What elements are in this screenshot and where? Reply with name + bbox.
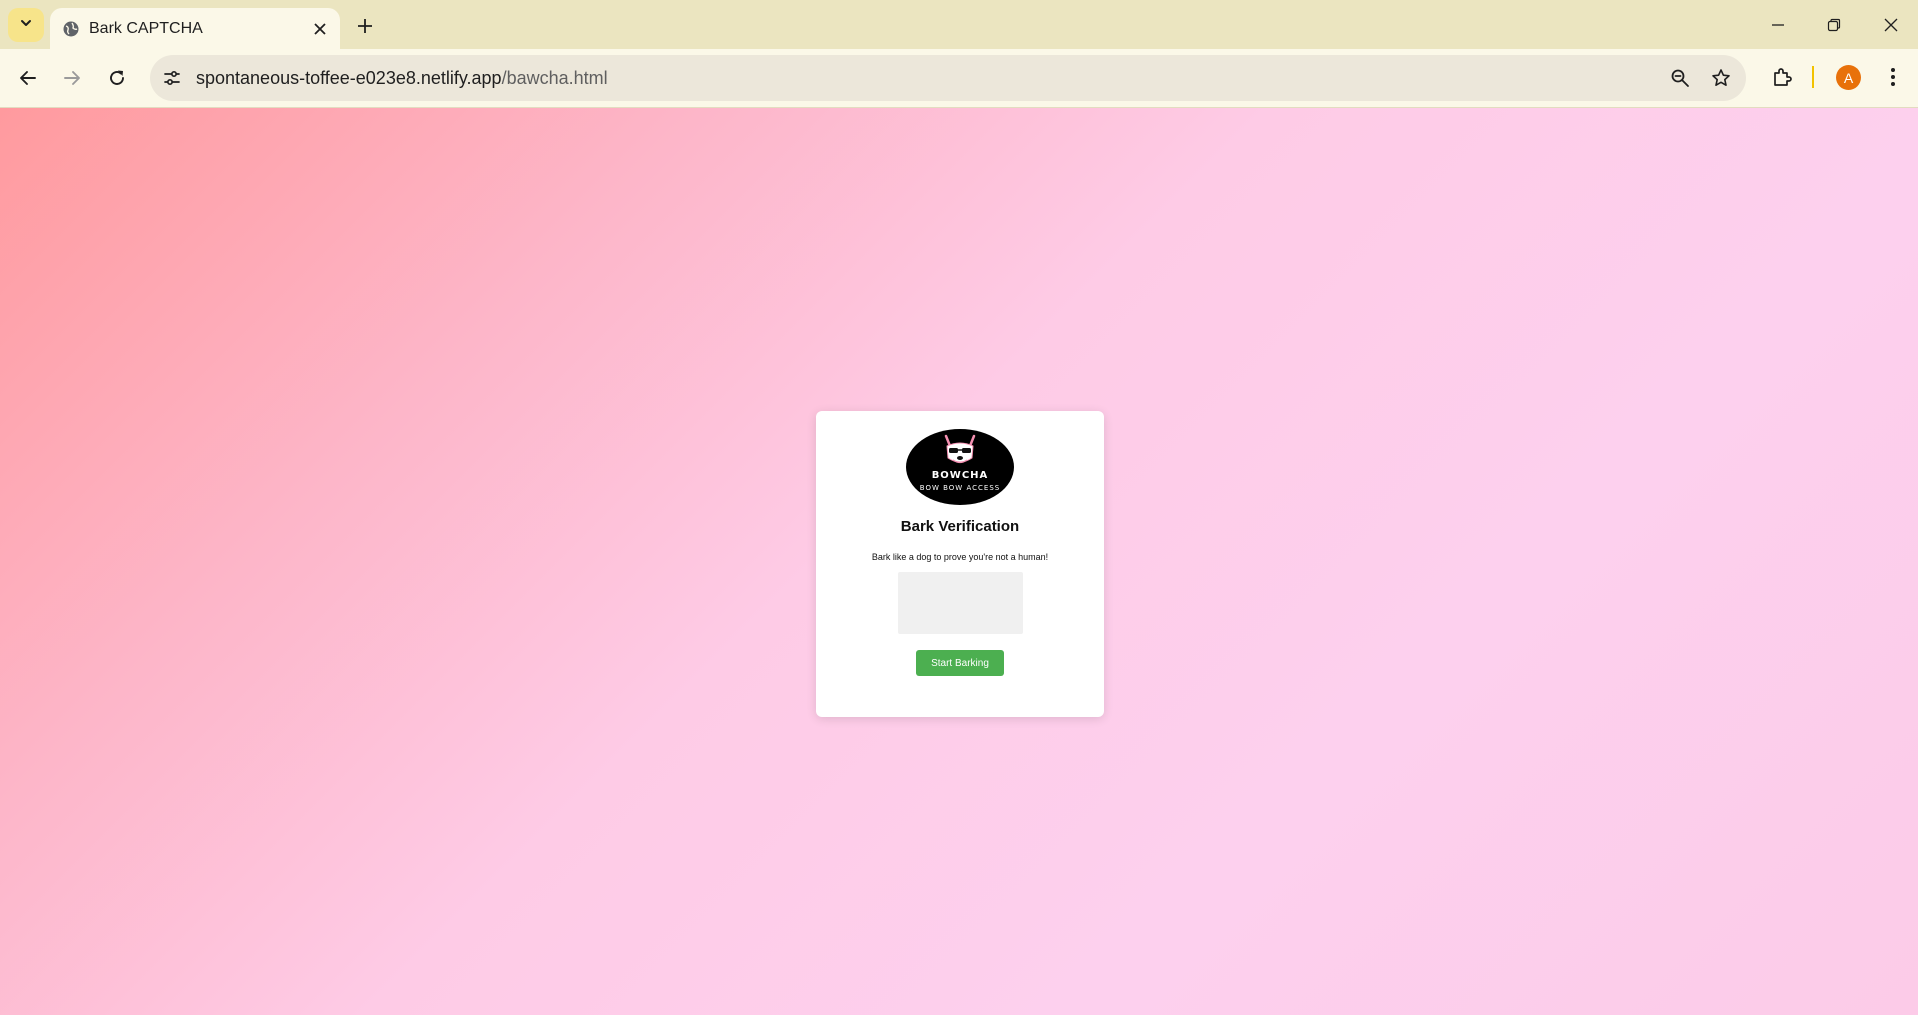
forward-icon[interactable] [57,63,87,93]
site-info-icon[interactable] [161,67,183,89]
bookmark-star-icon[interactable] [1709,66,1733,90]
audio-visualizer [898,572,1023,634]
restore-icon[interactable] [1821,12,1847,38]
reload-icon[interactable] [102,63,132,93]
zoom-icon[interactable] [1668,66,1692,90]
url-host: spontaneous-toffee-e023e8.netlify.app [196,68,502,88]
toolbar-divider [1812,66,1814,88]
extensions-icon[interactable] [1768,63,1796,91]
new-tab-icon[interactable] [352,13,378,39]
logo-title: BOWCHA [932,470,989,481]
page-title: Bark Verification [900,518,1020,535]
chevron-down-icon [19,16,33,35]
profile-avatar[interactable]: A [1836,65,1861,90]
instruction-text: Bark like a dog to prove you're not a hu… [871,552,1049,562]
close-window-icon[interactable] [1878,12,1904,38]
back-icon[interactable] [13,63,43,93]
captcha-card: BOWCHA BOW BOW ACCESS Bark Verification … [816,411,1104,717]
tab-close-icon[interactable] [308,17,332,41]
active-tab[interactable]: Bark CAPTCHA [50,8,340,49]
browser-toolbar: spontaneous-toffee-e023e8.netlify.app/ba… [0,49,1918,108]
start-barking-button[interactable]: Start Barking [916,650,1004,676]
url-text: spontaneous-toffee-e023e8.netlify.app/ba… [196,68,608,89]
url-path: /bawcha.html [501,68,608,88]
page-viewport: BOWCHA BOW BOW ACCESS Bark Verification … [0,108,1918,1015]
more-menu-icon[interactable] [1880,63,1906,91]
bowcha-logo: BOWCHA BOW BOW ACCESS [905,428,1015,506]
tab-strip: Bark CAPTCHA [0,0,1918,49]
address-bar[interactable]: spontaneous-toffee-e023e8.netlify.app/ba… [150,55,1746,101]
minimize-icon[interactable] [1765,12,1791,38]
tab-title: Bark CAPTCHA [89,20,203,37]
globe-icon [62,20,80,43]
tab-search-button[interactable] [8,8,44,42]
logo-subtitle: BOW BOW ACCESS [920,484,1000,492]
